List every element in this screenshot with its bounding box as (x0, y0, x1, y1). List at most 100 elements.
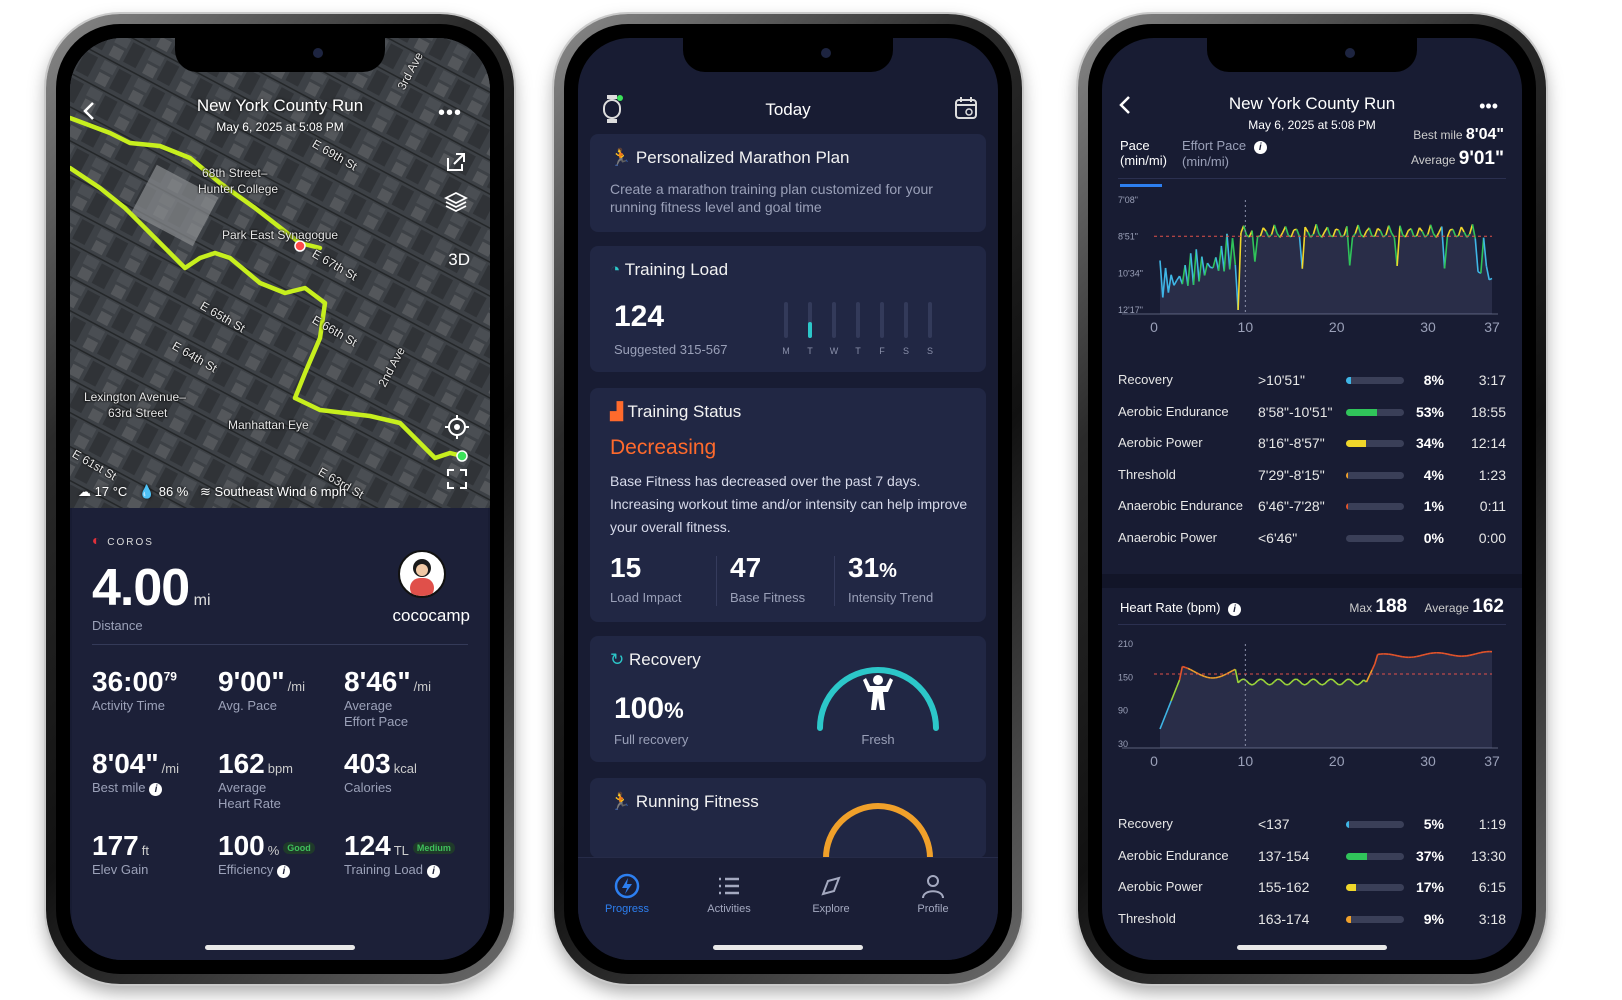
activity-summary-card: ◐ COROS 4.00 mi Distance cococamp 36:007… (72, 508, 488, 960)
marathon-plan-card[interactable]: 🏃 Personalized Marathon Plan Create a ma… (590, 134, 986, 232)
metric-label: Intensity Trend (848, 590, 934, 605)
chart-line-segment (1475, 652, 1479, 655)
hr-max: 188 (1375, 596, 1408, 617)
info-icon[interactable]: i (149, 783, 163, 796)
calendar-icon[interactable] (954, 96, 978, 125)
tab-effort-pace[interactable]: Effort Pace i (min/mi) (1182, 138, 1267, 169)
metric-unit: % (879, 560, 897, 582)
stat-label: Efficiency (218, 862, 274, 877)
distance-value: 4.00 (92, 559, 190, 617)
zone-percent: 37% (1415, 847, 1444, 864)
day-bar (880, 302, 884, 338)
stat-unit: % (267, 843, 280, 858)
zone-range: 163-174 (1258, 910, 1310, 927)
zone-row: Aerobic Endurance 8'58"-10'51" 53% 18:55 (1118, 404, 1506, 424)
zone-percent: 0% (1423, 530, 1444, 546)
tab-activities[interactable]: Activities (684, 872, 774, 915)
stat-unit: /mi (413, 679, 431, 694)
zone-range: >10'51" (1258, 372, 1305, 388)
zone-name: Aerobic Power (1118, 879, 1203, 895)
locate-icon[interactable] (444, 414, 470, 445)
fullscreen-icon[interactable] (446, 468, 468, 495)
stat-label: Average (218, 780, 267, 795)
map-label: Hunter College (198, 182, 279, 196)
distance-stat: 4.00 mi (92, 558, 211, 618)
zone-time: 13:30 (1470, 847, 1506, 864)
training-status-value: Decreasing (610, 436, 717, 459)
chart-line-segment (1399, 655, 1403, 658)
map-label: Lexington Avenue– (84, 390, 186, 404)
section-gap (1102, 574, 1522, 588)
info-icon[interactable]: i (1228, 603, 1242, 616)
zone-bar (1346, 821, 1404, 828)
zone-row: Aerobic Endurance 137-154 37% 13:30 (1118, 848, 1506, 868)
route-map[interactable]: New York County Run May 6, 2025 at 5:08 … (70, 38, 490, 508)
zone-range: <6'46" (1258, 530, 1298, 546)
recovery-card[interactable]: ↻ Recovery 100% Full recovery Fresh (590, 636, 986, 762)
phone-activity-summary: New York County Run May 6, 2025 at 5:08 … (46, 14, 514, 984)
zone-time: 3:18 (1478, 910, 1506, 927)
x-tick-label: 30 (1420, 319, 1436, 335)
activity-title: New York County Run (1228, 94, 1396, 113)
chart-line-segment (1391, 653, 1395, 656)
map-label: Park East Synagogue (222, 228, 339, 242)
zone-name: Aerobic Endurance (1118, 847, 1229, 863)
profile-icon (922, 875, 944, 899)
day-bar (832, 302, 836, 338)
zone-percent: 17% (1415, 879, 1444, 896)
zone-range: 137-154 (1258, 847, 1310, 864)
tab-pace[interactable]: Pace (min/mi) (1120, 138, 1167, 187)
metric-value: 15 (610, 552, 642, 583)
running-fitness-card[interactable]: 🏃 Running Fitness (590, 778, 986, 859)
pace-chart[interactable]: 7'08"8'51"10'34"12'17"0 10 20 30 37 (1112, 186, 1512, 356)
stat-unit: /mi (287, 679, 305, 694)
zone-time: 12:14 (1470, 435, 1506, 452)
training-load-card[interactable]: ◔ Training Load 124 Suggested 315-567 M T… (590, 246, 986, 372)
tab-progress[interactable]: Progress (582, 872, 672, 915)
chart-line-segment (1240, 678, 1244, 681)
stat-label: Best mile (92, 780, 146, 795)
y-tick-label: 7'08" (1118, 195, 1138, 205)
zone-name: Recovery (1118, 816, 1173, 831)
x-tick-label: 37 (1484, 753, 1500, 769)
recovery-value: 100 (614, 692, 665, 725)
zone-name: Anaerobic Endurance (1118, 498, 1244, 514)
fresh-figure-icon (863, 675, 893, 710)
layers-icon[interactable] (443, 190, 469, 219)
info-icon[interactable]: i (427, 865, 441, 878)
y-tick-label: 90 (1118, 706, 1128, 716)
map-label: 63rd Street (108, 406, 168, 420)
day-label: S (902, 346, 909, 356)
x-tick-label: 20 (1329, 753, 1345, 769)
info-icon[interactable]: i (1253, 141, 1267, 154)
x-tick-label: 20 (1329, 319, 1345, 335)
status-metric: 47 Base Fitness (730, 552, 805, 605)
y-tick-label: 150 (1118, 672, 1133, 682)
stat-badge: Good (283, 841, 315, 854)
chart-line-segment (1260, 678, 1264, 681)
training-status-card[interactable]: ▟ Training Status Decreasing Base Fitnes… (590, 388, 986, 622)
tab-explore[interactable]: Explore (786, 872, 876, 915)
brand-logo: ◐ COROS (92, 532, 154, 548)
more-icon[interactable]: ••• (1479, 96, 1498, 117)
stat-value: 100 (218, 830, 265, 861)
map-3d-toggle[interactable]: 3D (448, 250, 470, 270)
chart-line-segment (1480, 651, 1484, 654)
zone-time: 0:11 (1479, 498, 1506, 515)
metric-label: Base Fitness (730, 590, 806, 605)
chart-line-segment (1329, 678, 1334, 681)
cloud-icon: ☁ (78, 484, 91, 499)
stat-tile: 8'46"/mi Average Effort Pace (344, 666, 431, 730)
status-metric: 31% Intensity Trend (848, 552, 933, 605)
avatar[interactable] (398, 550, 446, 598)
recovery-state: Fresh (861, 732, 895, 747)
zone-percent: 34% (1415, 435, 1444, 452)
share-icon[interactable] (444, 150, 468, 179)
more-icon[interactable]: ••• (438, 102, 462, 125)
day-bar (928, 302, 932, 338)
stat-tile: 162 bpm Average Heart Rate (218, 748, 293, 812)
tab-profile[interactable]: Profile (888, 872, 978, 915)
info-icon[interactable]: i (277, 865, 291, 878)
heart-rate-chart[interactable]: 21015090300 10 20 30 37 (1112, 630, 1512, 790)
map-label: 68th Street– (202, 166, 268, 180)
